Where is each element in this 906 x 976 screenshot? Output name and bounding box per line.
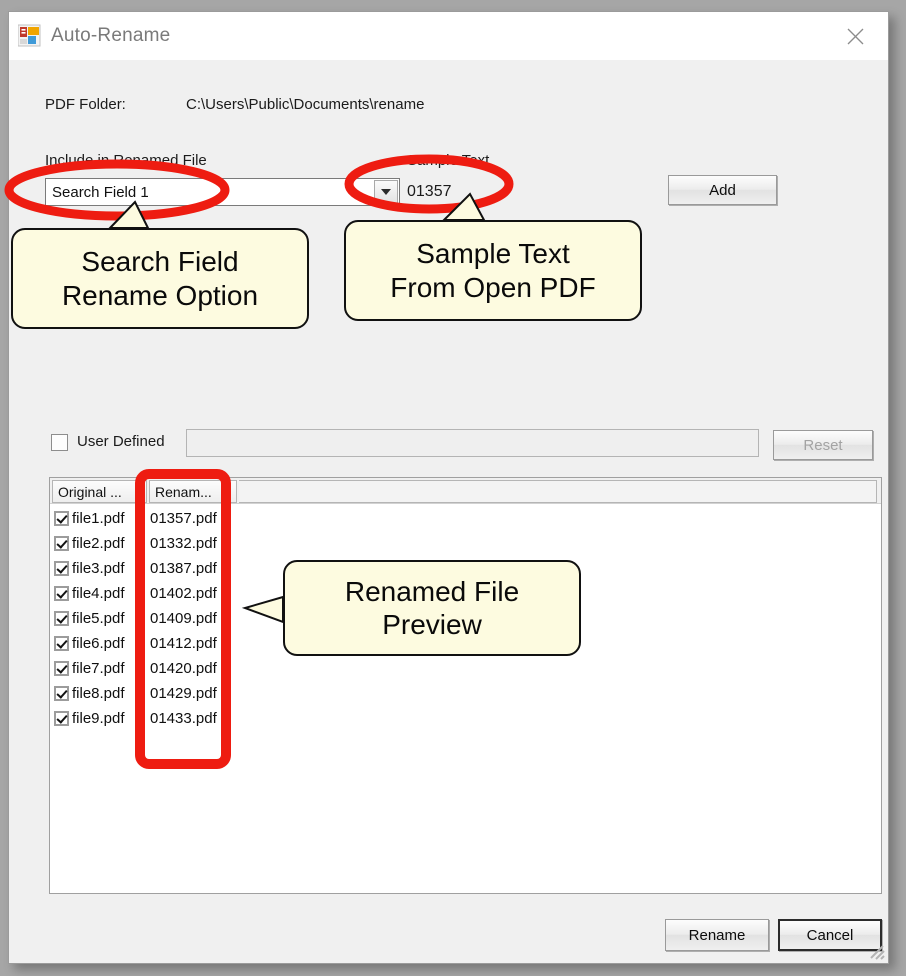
callout-2-line1: Sample Text bbox=[416, 238, 570, 270]
client-area: PDF Folder: C:\Users\Public\Documents\re… bbox=[9, 60, 888, 963]
cell-renamed-name: 01357.pdf bbox=[150, 510, 217, 527]
callout-sample-text-from-open-pdf: Sample Text From Open PDF bbox=[344, 220, 642, 321]
user-defined-checkbox[interactable] bbox=[51, 434, 68, 451]
callout-3-line1: Renamed File bbox=[344, 575, 520, 607]
row-checkbox[interactable] bbox=[54, 686, 69, 701]
pdf-folder-label: PDF Folder: bbox=[45, 96, 126, 113]
row-checkbox[interactable] bbox=[54, 511, 69, 526]
cell-original-name: file6.pdf bbox=[72, 635, 125, 652]
combobox-selected-value: Search Field 1 bbox=[52, 183, 149, 201]
table-row[interactable]: file1.pdf 01357.pdf bbox=[54, 506, 881, 531]
cell-renamed-name: 01409.pdf bbox=[150, 610, 217, 627]
column-header-renamed[interactable]: Renam... bbox=[149, 480, 237, 503]
callout-1-line1: Search Field bbox=[81, 246, 239, 278]
sample-text-label: Sample Text bbox=[407, 152, 490, 169]
include-in-renamed-file-label: Include in Renamed File bbox=[45, 152, 207, 169]
include-field-combobox[interactable]: Search Field 1 bbox=[45, 178, 400, 206]
file-listview[interactable]: Original ... Renam... file1.pdf 01357.pdf… bbox=[49, 477, 882, 894]
user-defined-label: User Defined bbox=[77, 433, 165, 450]
cell-original-name: file7.pdf bbox=[72, 660, 125, 677]
cell-renamed-name: 01429.pdf bbox=[150, 685, 217, 702]
listview-header: Original ... Renam... bbox=[50, 478, 881, 504]
title-bar: Auto-Rename bbox=[9, 12, 888, 60]
cell-original-name: file9.pdf bbox=[72, 710, 125, 727]
cell-original-name: file3.pdf bbox=[72, 560, 125, 577]
sample-text-value: 01357 bbox=[407, 183, 452, 200]
cell-renamed-name: 01412.pdf bbox=[150, 635, 217, 652]
resize-grip-icon[interactable] bbox=[869, 944, 885, 960]
row-checkbox[interactable] bbox=[54, 586, 69, 601]
column-header-filler bbox=[239, 480, 877, 503]
cell-renamed-name: 01332.pdf bbox=[150, 535, 217, 552]
cell-renamed-name: 01387.pdf bbox=[150, 560, 217, 577]
cell-renamed-name: 01402.pdf bbox=[150, 585, 217, 602]
rename-button[interactable]: Rename bbox=[665, 919, 769, 951]
pdf-folder-path: C:\Users\Public\Documents\rename bbox=[186, 96, 425, 113]
cell-original-name: file1.pdf bbox=[72, 510, 125, 527]
chevron-down-icon[interactable] bbox=[374, 180, 398, 204]
cell-original-name: file4.pdf bbox=[72, 585, 125, 602]
callout-1-line2: Rename Option bbox=[61, 279, 259, 311]
row-checkbox[interactable] bbox=[54, 561, 69, 576]
window-title: Auto-Rename bbox=[51, 25, 171, 46]
row-checkbox[interactable] bbox=[54, 611, 69, 626]
column-header-original[interactable]: Original ... bbox=[52, 480, 147, 503]
table-row[interactable]: file7.pdf 01420.pdf bbox=[54, 656, 881, 681]
row-checkbox[interactable] bbox=[54, 661, 69, 676]
table-row[interactable]: file9.pdf 01433.pdf bbox=[54, 706, 881, 731]
callout-2-line2: From Open PDF bbox=[390, 271, 596, 303]
table-row[interactable]: file2.pdf 01332.pdf bbox=[54, 531, 881, 556]
cell-original-name: file8.pdf bbox=[72, 685, 125, 702]
callout-renamed-file-preview: Renamed File Preview bbox=[283, 560, 581, 656]
add-button[interactable]: Add bbox=[668, 175, 777, 205]
app-icon bbox=[18, 24, 41, 47]
reset-button[interactable]: Reset bbox=[773, 430, 873, 460]
row-checkbox[interactable] bbox=[54, 711, 69, 726]
row-checkbox[interactable] bbox=[54, 636, 69, 651]
cell-original-name: file2.pdf bbox=[72, 535, 125, 552]
callout-3-line2: Preview bbox=[382, 609, 482, 640]
cell-original-name: file5.pdf bbox=[72, 610, 125, 627]
cell-renamed-name: 01420.pdf bbox=[150, 660, 217, 677]
auto-rename-window: Auto-Rename PDF Folder: C:\Users\Public\… bbox=[8, 11, 889, 964]
user-defined-input[interactable] bbox=[186, 429, 759, 457]
row-checkbox[interactable] bbox=[54, 536, 69, 551]
close-icon[interactable] bbox=[836, 22, 874, 50]
callout-search-field-rename-option: Search Field Rename Option bbox=[11, 228, 309, 329]
cell-renamed-name: 01433.pdf bbox=[150, 710, 217, 727]
table-row[interactable]: file8.pdf 01429.pdf bbox=[54, 681, 881, 706]
cancel-button[interactable]: Cancel bbox=[778, 919, 882, 951]
